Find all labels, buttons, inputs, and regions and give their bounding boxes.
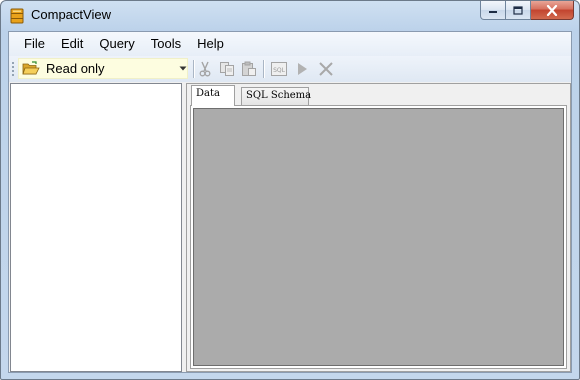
menu-file[interactable]: File (16, 33, 53, 55)
menu-bar: File Edit Query Tools Help (9, 32, 571, 56)
run-icon (298, 63, 307, 75)
object-tree-panel[interactable] (10, 83, 182, 372)
maximize-button[interactable] (506, 1, 531, 20)
menu-help[interactable]: Help (189, 33, 232, 55)
tab-sql-schema[interactable]: SQL Schema (241, 87, 311, 105)
content-panel: Data SQL Schema (186, 83, 571, 372)
maximize-icon (513, 5, 523, 15)
caption-buttons (480, 1, 574, 21)
cut-button[interactable] (195, 59, 215, 79)
menu-tools[interactable]: Tools (143, 33, 189, 55)
tab-page-data (190, 105, 567, 369)
data-grid[interactable] (193, 108, 564, 366)
sql-icon: SQL (271, 62, 287, 76)
cancel-icon (319, 62, 333, 76)
window-title: CompactView (31, 7, 111, 22)
copy-button[interactable] (217, 59, 237, 79)
cancel-button[interactable] (316, 59, 336, 79)
sql-button[interactable]: SQL (269, 59, 289, 79)
open-folder-icon (22, 61, 40, 75)
run-button[interactable] (292, 59, 312, 79)
minimize-button[interactable] (480, 1, 506, 20)
copy-icon (220, 62, 234, 76)
menu-query[interactable]: Query (91, 33, 142, 55)
svg-text:SQL: SQL (273, 67, 286, 74)
toolbar-separator (263, 60, 265, 78)
menu-edit[interactable]: Edit (53, 33, 91, 55)
paste-button[interactable] (239, 59, 259, 79)
chevron-down-icon[interactable] (179, 66, 187, 71)
client-area: File Edit Query Tools Help Read only SQL… (8, 31, 572, 373)
cut-icon (199, 61, 211, 77)
close-icon (546, 4, 558, 16)
close-button[interactable] (531, 1, 574, 20)
minimize-icon (489, 11, 497, 13)
paste-icon (242, 61, 256, 76)
mode-combo[interactable]: Read only (18, 58, 188, 79)
toolbar: Read only SQL (9, 56, 571, 82)
tab-data[interactable]: Data (191, 85, 235, 106)
mode-combo-value: Read only (46, 61, 105, 76)
database-icon (10, 8, 24, 24)
title-bar[interactable]: CompactView (1, 1, 579, 31)
toolbar-grip[interactable] (12, 61, 14, 77)
app-window: CompactView File Edit Query Tools Help R… (0, 0, 580, 380)
